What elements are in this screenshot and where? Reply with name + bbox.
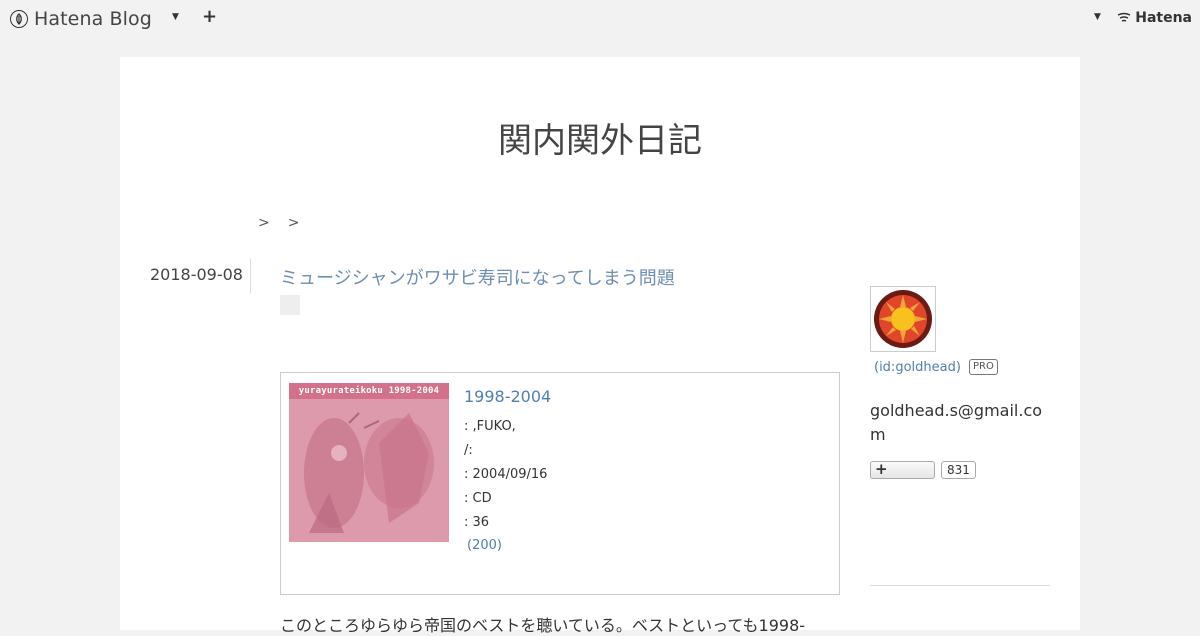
product-card: yurayurateikoku 1998-2004 1998-2004 : ,F… xyxy=(280,372,840,595)
breadcrumb-separator: > xyxy=(287,215,300,231)
album-cover-image[interactable]: yurayurateikoku 1998-2004 xyxy=(289,383,449,542)
product-release-date: : 2004/09/16 xyxy=(464,467,548,482)
breadcrumb-separator: > xyxy=(258,215,270,231)
hatena-blog-logo-link[interactable]: Hatena Blog xyxy=(10,7,152,31)
product-count: : 36 xyxy=(464,515,490,530)
blog-menu-caret-icon[interactable]: ▼ xyxy=(172,12,179,22)
follow-button[interactable]: + xyxy=(870,460,935,479)
product-label: /: xyxy=(464,443,473,458)
hatena-blog-logo-icon xyxy=(10,10,28,28)
product-format: : CD xyxy=(464,491,492,506)
plus-icon: + xyxy=(875,460,888,478)
blog-title[interactable]: 関内関外日記 xyxy=(120,113,1080,162)
entry-image-placeholder xyxy=(280,295,300,315)
product-reviews-link[interactable]: (200) xyxy=(467,538,502,553)
breadcrumb: > > xyxy=(258,215,299,231)
sidebar-divider xyxy=(870,585,1050,586)
product-artist: : ,FUKO, xyxy=(464,419,516,434)
profile-email: goldhead.s@gmail.com xyxy=(870,401,1043,444)
user-id-link[interactable]: (id:goldhead) xyxy=(874,360,961,375)
hatena-logo-icon xyxy=(1117,12,1131,22)
avatar[interactable] xyxy=(870,286,936,352)
entry-date[interactable]: 2018-09-08 xyxy=(150,265,243,284)
entry-title-link[interactable]: ミュージシャンがワサビ寿司になってしまう問題 xyxy=(280,264,675,290)
entry-body-text: このところゆらゆら帝国のベストを聴いている。ベストといっても1998- xyxy=(280,616,806,635)
new-entry-plus-icon[interactable]: + xyxy=(202,6,217,27)
hatena-account-link[interactable]: Hatena xyxy=(1117,10,1192,26)
album-cover-caption: yurayurateikoku 1998-2004 xyxy=(289,383,449,399)
sun-avatar-icon xyxy=(874,290,932,348)
pro-badge: PRO xyxy=(969,359,998,375)
global-header: Hatena Blog ▼ + ▼ Hatena xyxy=(0,0,1200,38)
brand-label: Hatena Blog xyxy=(34,8,152,30)
product-title-link[interactable]: 1998-2004 xyxy=(464,387,551,406)
blog-container: 関内関外日記 > > 2018-09-08 ミュージシャンがワサビ寿司になってし… xyxy=(120,57,1080,635)
user-menu-caret-icon[interactable]: ▼ xyxy=(1094,12,1101,22)
follower-count: 831 xyxy=(941,461,976,479)
hatena-label: Hatena xyxy=(1135,10,1192,26)
date-divider xyxy=(250,259,251,293)
